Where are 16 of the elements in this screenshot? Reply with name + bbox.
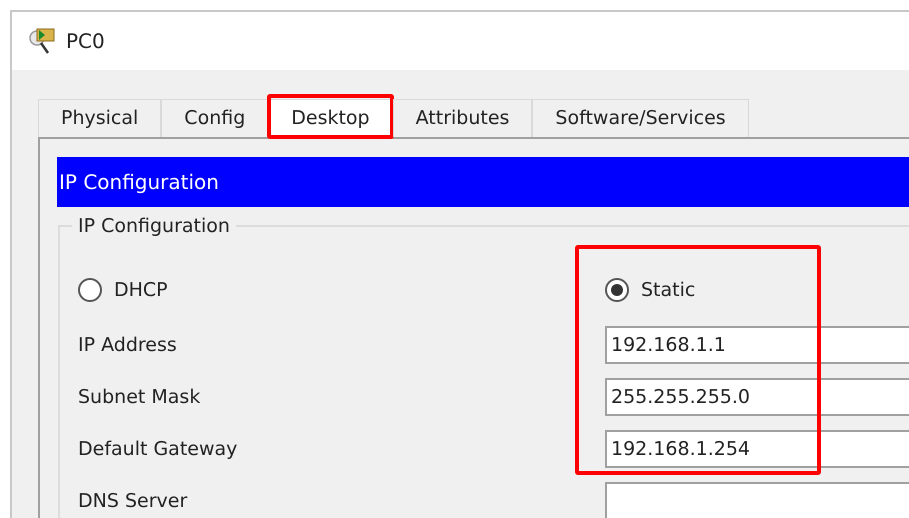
input-field[interactable]: 255.255.255.0 (605, 378, 909, 416)
field-label: Default Gateway (78, 436, 238, 462)
window-title: PC0 (66, 28, 105, 55)
tab[interactable]: Attributes (392, 99, 532, 137)
field-label: IP Address (78, 332, 178, 358)
tab[interactable]: Physical (38, 99, 162, 137)
tab[interactable]: Config (161, 99, 268, 137)
input-field[interactable] (605, 482, 909, 518)
radio-option[interactable]: Static (605, 276, 696, 304)
radio-option[interactable]: DHCP (78, 276, 168, 304)
input-field[interactable]: 192.168.1.254 (605, 430, 909, 468)
section-header: IP Configuration (57, 157, 909, 207)
input-field[interactable]: 192.168.1.1 (605, 326, 909, 364)
tab[interactable]: Software/Services (532, 99, 749, 137)
field-label: DNS Server (78, 488, 188, 514)
field-label: Subnet Mask (78, 384, 202, 410)
